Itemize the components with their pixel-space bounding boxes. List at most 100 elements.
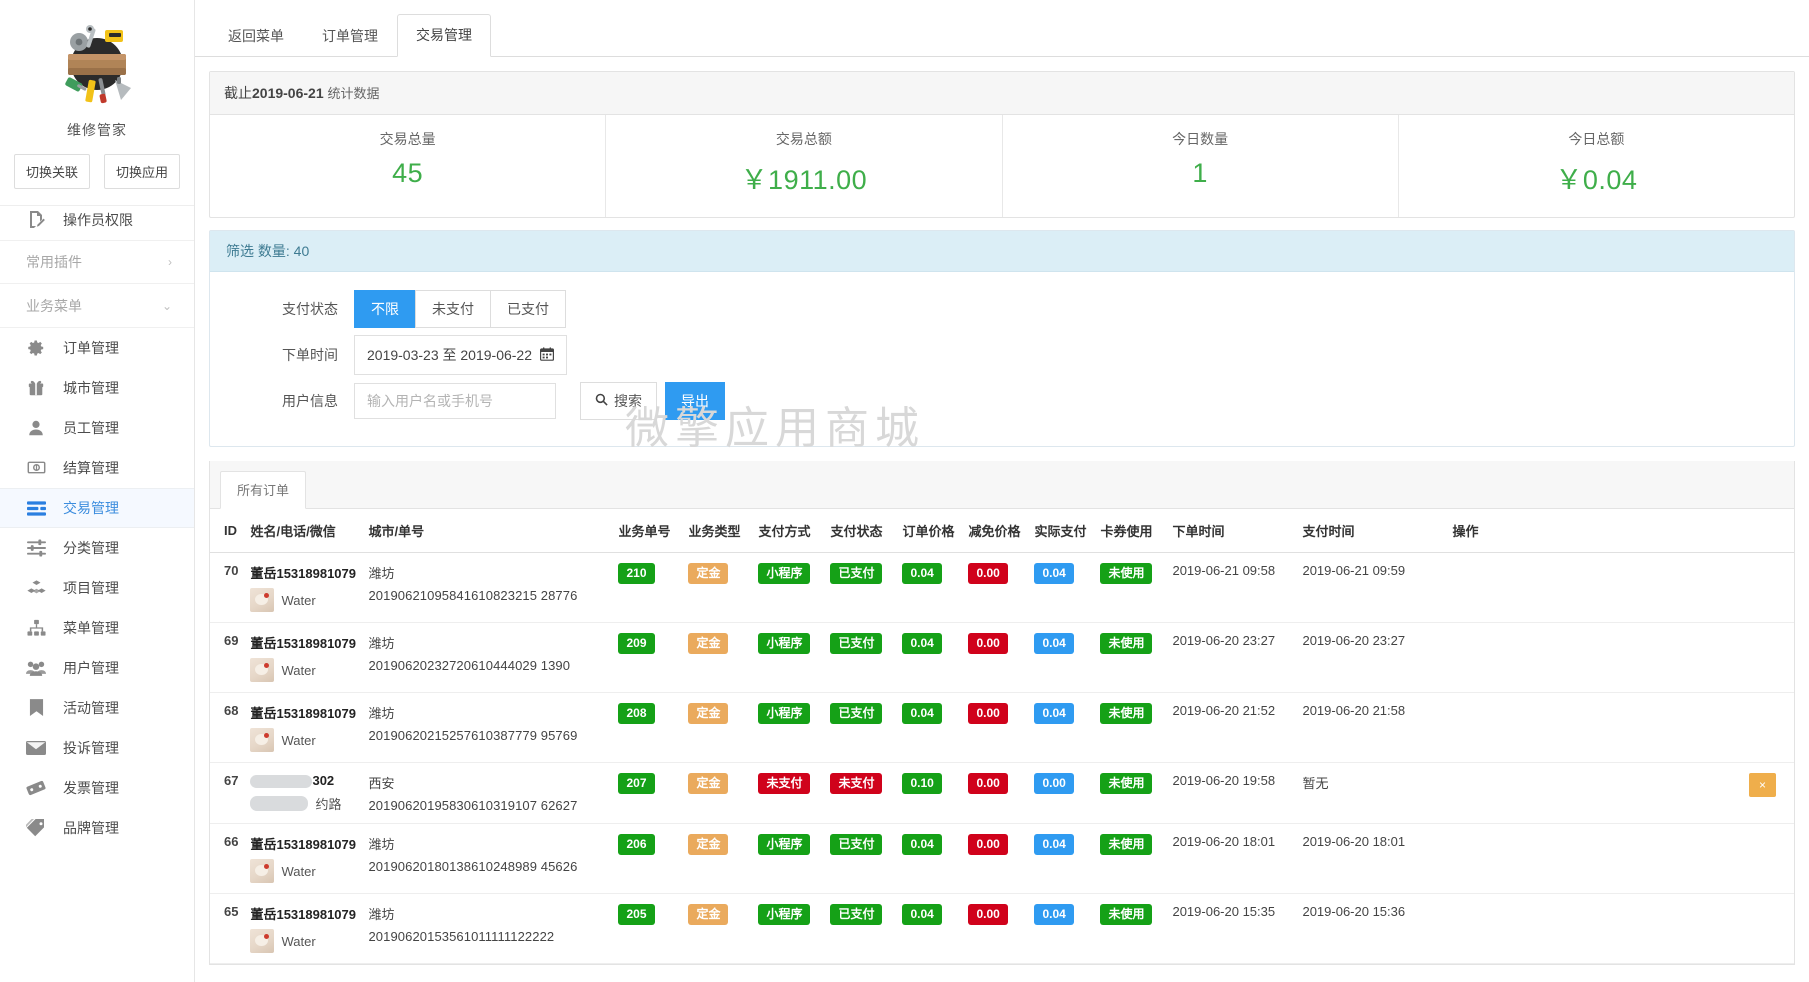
cell-id: 68 — [210, 692, 245, 763]
table-tabs: 所有订单 — [210, 461, 1794, 509]
cell-coupon: 未使用 — [1094, 762, 1167, 825]
sidebar-item-activity-management[interactable]: 活动管理 — [0, 688, 194, 728]
stats-header-suffix: 统计数据 — [327, 86, 380, 101]
table-row[interactable]: 69 董岳15318981079 Water 潍坊 20190620232720… — [210, 622, 1794, 693]
sidebar-item-transaction-management[interactable]: 交易管理 — [0, 488, 194, 528]
avatar — [250, 929, 275, 954]
page-root: 维修管家 切换关联 切换应用 小程序资料 — [0, 0, 1809, 982]
tab-transaction-management[interactable]: 交易管理 — [397, 14, 491, 57]
export-button[interactable]: 导出 — [665, 382, 725, 420]
filter-panel: 筛选 数量: 40 支付状态 不限 未支付 已支付 下单时间 2019-03-2… — [209, 230, 1795, 447]
table-row[interactable]: 67 302 约路 西安 20190620195830610319107 626… — [210, 762, 1794, 825]
cell-pay-method: 未支付 — [752, 762, 825, 825]
city: 潍坊 — [368, 907, 395, 923]
sidebar-item-brand-management[interactable]: 品牌管理 — [0, 808, 194, 848]
table-tab-all-orders[interactable]: 所有订单 — [220, 471, 307, 509]
sidebar-item-order-management[interactable]: 订单管理 — [0, 328, 194, 368]
pay-status-option-paid[interactable]: 已支付 — [490, 290, 566, 328]
search-icon — [595, 393, 608, 409]
cell-operation — [1446, 893, 1794, 965]
sidebar-item-label: 分类管理 — [63, 539, 119, 556]
biz-type-badge: 定金 — [688, 563, 729, 585]
pay-status-option-any[interactable]: 不限 — [354, 290, 416, 328]
sidebar-item-user-management[interactable]: 用户管理 — [0, 648, 194, 688]
sidebar-item-invoice-management[interactable]: 发票管理 — [0, 768, 194, 808]
filter-label-user-info: 用户信息 — [282, 393, 338, 409]
cell-actual-pay: 0.04 — [1028, 893, 1095, 965]
cell-pay-method: 小程序 — [752, 622, 825, 693]
sidebar-item-settlement-management[interactable]: 结算管理 — [0, 448, 194, 488]
biz-type-badge: 定金 — [688, 633, 729, 655]
sidebar-section-label: 常用插件 — [26, 254, 82, 270]
switch-association-button[interactable]: 切换关联 — [13, 154, 90, 189]
pay-status-badge: 已支付 — [830, 703, 883, 725]
pay-status-button-group: 不限 未支付 已支付 — [354, 290, 566, 328]
order-time-range-picker[interactable]: 2019-03-23 至 2019-06-22 — [354, 335, 568, 375]
col-actual-pay: 实际支付 — [1028, 509, 1095, 553]
ticket-icon — [26, 778, 46, 798]
cell-pay-time: 2019-06-20 18:01 — [1296, 823, 1447, 895]
sidebar-item-city-management[interactable]: 城市管理 — [0, 368, 194, 408]
table-row[interactable]: 65 董岳15318981079 Water 潍坊 20190620153561… — [210, 893, 1794, 965]
pay-status-badge: 已支付 — [830, 904, 883, 926]
city: 潍坊 — [368, 706, 395, 721]
coupon-badge: 未使用 — [1100, 633, 1153, 655]
search-button-label: 搜索 — [614, 393, 642, 409]
cell-operation — [1446, 622, 1794, 693]
cell-customer: 董岳15318981079 Water — [244, 823, 363, 895]
stats-header-prefix: 截止 — [224, 85, 252, 101]
order-number: 20190620153561011111122222 — [368, 929, 555, 945]
cell-customer: 董岳15318981079 Water — [244, 893, 363, 965]
order-number: 20190621095841610823215 28776 — [368, 588, 578, 603]
order-number: 20190620232720610444029 1390 — [368, 658, 571, 673]
sidebar-item-category-management[interactable]: 分类管理 — [0, 528, 194, 568]
col-city-order-no: 城市/单号 — [362, 509, 613, 553]
cell-pay-time: 2019-06-20 21:58 — [1296, 692, 1447, 763]
search-button[interactable]: 搜索 — [580, 382, 657, 420]
biz-type-badge: 定金 — [688, 773, 729, 795]
cell-discount: 0.00 — [962, 622, 1029, 693]
customer-name: 董岳15318981079 — [250, 907, 356, 923]
sidebar-menu-scroll[interactable]: 小程序资料 操作员权限 常用插件 › 业务菜单 ⌄ — [0, 178, 194, 982]
sidebar-section-plugins[interactable]: 常用插件 › — [0, 240, 194, 284]
sidebar-item-label: 投诉管理 — [63, 739, 119, 756]
table-row[interactable]: 70 董岳15318981079 Water 潍坊 20190621095841… — [210, 552, 1794, 623]
sidebar-item-label: 发票管理 — [63, 779, 119, 796]
pay-method-badge: 小程序 — [758, 563, 811, 585]
table-row[interactable]: 66 董岳15318981079 Water 潍坊 20190620180138… — [210, 823, 1794, 895]
order-number: 20190620195830610319107 62627 — [368, 798, 578, 813]
table-header-row: ID 姓名/电话/微信 城市/单号 业务单号 业务类型 支付方式 支付状态 订单… — [210, 509, 1794, 553]
tab-order-management[interactable]: 订单管理 — [303, 15, 397, 57]
stat-total-amount: 交易总额 ￥1911.00 — [606, 115, 1003, 217]
cell-biz-no: 208 — [612, 692, 683, 763]
sidebar-header: 维修管家 切换关联 切换应用 — [0, 0, 194, 206]
switch-app-button[interactable]: 切换应用 — [104, 154, 181, 189]
tab-back-to-menu[interactable]: 返回菜单 — [209, 15, 303, 57]
order-price-badge: 0.04 — [902, 904, 942, 926]
sidebar-item-menu-management[interactable]: 菜单管理 — [0, 608, 194, 648]
sidebar-item-complaint-management[interactable]: 投诉管理 — [0, 728, 194, 768]
cell-order-price: 0.04 — [896, 622, 963, 693]
cell-discount: 0.00 — [962, 692, 1029, 763]
pay-status-option-unpaid[interactable]: 未支付 — [415, 290, 491, 328]
table-row[interactable]: 68 董岳15318981079 Water 潍坊 20190620215257… — [210, 692, 1794, 763]
pay-status-badge: 已支付 — [830, 834, 883, 856]
sidebar-item-staff-management[interactable]: 员工管理 — [0, 408, 194, 448]
app-logo — [51, 18, 143, 110]
page-scrollbar[interactable] — [1804, 0, 1809, 982]
delete-order-button[interactable]: × — [1748, 773, 1776, 797]
cell-discount: 0.00 — [962, 823, 1029, 895]
sidebar-item-project-management[interactable]: 项目管理 — [0, 568, 194, 608]
bookmark-icon — [26, 698, 46, 718]
sidebar-item-operator-permission[interactable]: 操作员权限 — [0, 200, 194, 240]
stat-value: 45 — [392, 158, 424, 188]
stat-label: 今日数量 — [1172, 131, 1229, 147]
main-content: 截止2019-06-21 统计数据 交易总量 45 交易总额 ￥1911.00 … — [195, 57, 1809, 966]
cell-customer: 董岳15318981079 Water — [244, 692, 363, 763]
actual-pay-badge: 0.04 — [1034, 904, 1074, 926]
cell-order-price: 0.04 — [896, 823, 963, 895]
col-biz-type: 业务类型 — [682, 509, 753, 553]
sidebar-section-business[interactable]: 业务菜单 ⌄ — [0, 284, 194, 328]
cell-discount: 0.00 — [962, 893, 1029, 965]
user-info-search-input[interactable] — [354, 383, 556, 419]
